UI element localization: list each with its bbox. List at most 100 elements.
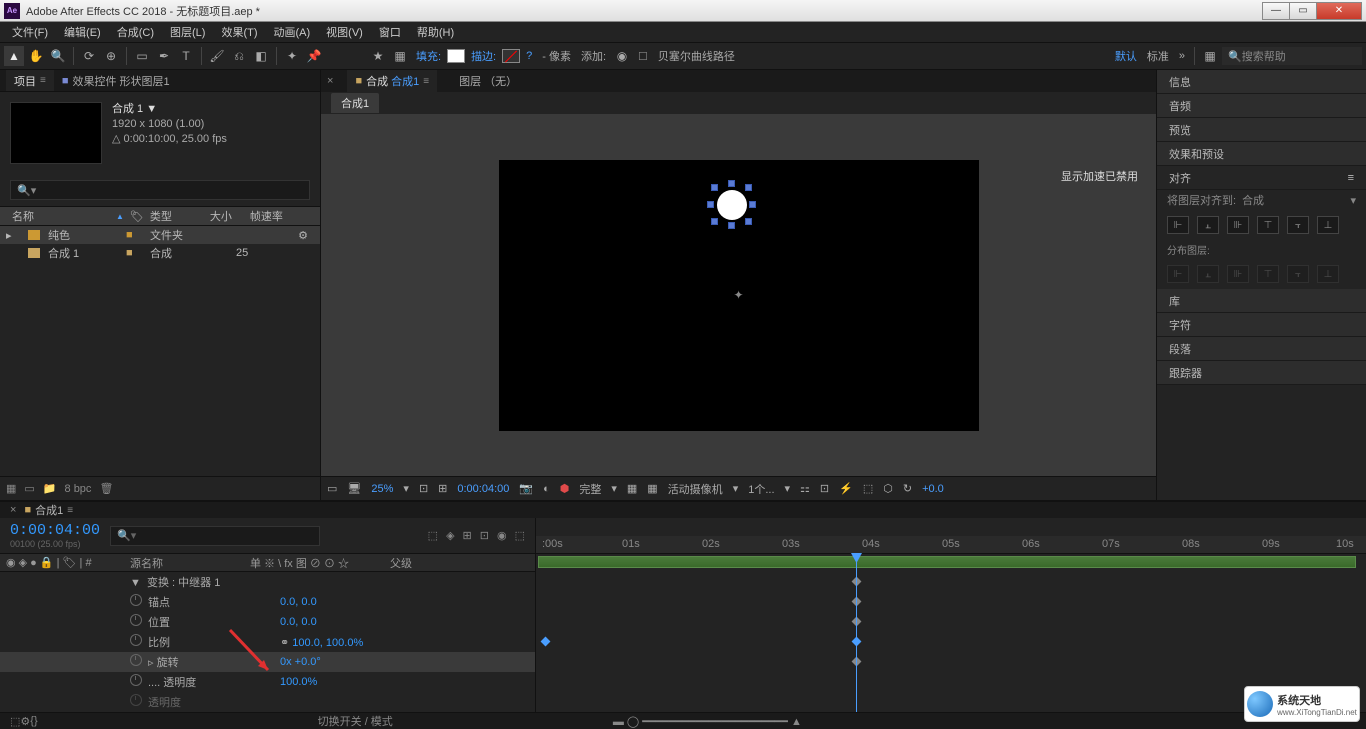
panel-character[interactable]: 字符	[1157, 313, 1366, 337]
menu-edit[interactable]: 编辑(E)	[56, 24, 109, 40]
menu-help[interactable]: 帮助(H)	[409, 24, 462, 40]
workspace-more[interactable]: »	[1175, 50, 1189, 62]
scale-value[interactable]: 100.0, 100.0%	[292, 637, 363, 649]
panel-align[interactable]: 对齐≡	[1157, 166, 1366, 190]
project-search[interactable]: 🔍▾	[10, 180, 310, 200]
current-time[interactable]: 0:00:04:00	[457, 483, 509, 495]
region-icon[interactable]: ▦	[627, 482, 637, 495]
dist-1-button[interactable]: ⊩	[1167, 265, 1189, 283]
channel-icon[interactable]: ◐	[543, 483, 550, 495]
playhead[interactable]	[856, 554, 857, 712]
keyframe[interactable]	[541, 637, 551, 647]
tl-icon[interactable]: ◈	[446, 529, 454, 542]
dist-4-button[interactable]: ⊤	[1257, 265, 1279, 283]
maximize-button[interactable]: ▭	[1289, 2, 1317, 20]
dist-6-button[interactable]: ⊥	[1317, 265, 1339, 283]
timeline-search[interactable]: 🔍▾	[110, 526, 320, 546]
transparency-icon[interactable]: ▦	[647, 482, 657, 495]
col-name[interactable]: 名称	[6, 208, 116, 224]
tl-icon[interactable]: ⊞	[463, 529, 472, 542]
trash-icon[interactable]: 🗑	[99, 482, 113, 495]
panel-info[interactable]: 信息	[1157, 70, 1366, 94]
stopwatch-icon[interactable]	[130, 694, 142, 706]
menu-animation[interactable]: 动画(A)	[266, 24, 319, 40]
tl-icon[interactable]: ◉	[497, 529, 507, 542]
menu-file[interactable]: 文件(F)	[4, 24, 56, 40]
hand-tool[interactable]: ✋	[26, 46, 46, 66]
tl-icon[interactable]: ⬚	[515, 529, 525, 542]
prop-repeater[interactable]: ▼ 变换 : 中继器 1	[0, 572, 535, 592]
orbit-tool[interactable]: ⟳	[79, 46, 99, 66]
stopwatch-icon[interactable]	[130, 674, 142, 686]
minimize-button[interactable]: —	[1262, 2, 1290, 20]
workspace-standard[interactable]: 标准	[1143, 48, 1173, 64]
dist-3-button[interactable]: ⊪	[1227, 265, 1249, 283]
menu-composition[interactable]: 合成(C)	[109, 24, 162, 40]
tab-layer[interactable]: 图层 （无）	[451, 70, 525, 92]
shape-grid-icon[interactable]: ▦	[390, 46, 410, 66]
add-menu-icon[interactable]: ◉	[612, 46, 632, 66]
clone-tool[interactable]: ⎌	[229, 46, 249, 66]
fill-swatch[interactable]	[447, 49, 465, 63]
align-right-button[interactable]: ⊪	[1227, 216, 1249, 234]
tab-composition[interactable]: ■ 合成 合成1 ≡	[347, 70, 437, 92]
help-search[interactable]: 🔍 搜索帮助	[1222, 47, 1362, 65]
menu-effect[interactable]: 效果(T)	[213, 24, 265, 40]
project-row-comp[interactable]: 合成 1 ■ 合成 25	[0, 244, 320, 262]
dist-5-button[interactable]: ⫟	[1287, 265, 1309, 283]
stopwatch-icon[interactable]	[130, 614, 142, 626]
puppet-tool[interactable]: 📌	[304, 46, 324, 66]
reset-exposure-icon[interactable]: ↻	[903, 482, 912, 495]
transform-handle[interactable]	[707, 201, 714, 208]
col-fps[interactable]: 帧速率	[244, 208, 289, 224]
tab-menu-icon[interactable]: ≡	[423, 76, 429, 87]
fill-label[interactable]: 填充:	[412, 48, 445, 64]
tl-icon[interactable]: ⬚	[428, 529, 438, 542]
screen-icon[interactable]: ▭	[327, 482, 337, 495]
tab-menu-icon[interactable]: ≡	[67, 505, 73, 516]
breadcrumb-comp[interactable]: 合成1	[331, 93, 379, 113]
zoom-level[interactable]: 25%	[371, 483, 393, 495]
align-left-button[interactable]: ⊩	[1167, 216, 1189, 234]
close-button[interactable]: ✕	[1316, 2, 1362, 20]
align-to-value[interactable]: 合成	[1242, 192, 1264, 208]
stopwatch-icon[interactable]	[130, 634, 142, 646]
menu-window[interactable]: 窗口	[371, 24, 409, 40]
stroke-label[interactable]: 描边:	[467, 48, 500, 64]
project-row-solid[interactable]: ▸ 纯色 ■ 文件夹 ⚙	[0, 226, 320, 244]
col-size[interactable]: 大小	[204, 208, 244, 224]
transform-handle[interactable]	[711, 184, 718, 191]
toggle-icon[interactable]: ⬚	[10, 715, 20, 728]
stroke-width[interactable]: ?	[522, 50, 536, 62]
timeline-icon[interactable]: ⬚	[863, 482, 873, 495]
panel-tracker[interactable]: 跟踪器	[1157, 361, 1366, 385]
transform-handle[interactable]	[728, 180, 735, 187]
canvas-content[interactable]: ✦	[499, 160, 979, 431]
col-source[interactable]: 源名称	[130, 555, 250, 571]
pan-behind-tool[interactable]: ⊕	[101, 46, 121, 66]
prop-anchor[interactable]: 锚点 0.0, 0.0	[0, 592, 535, 612]
exposure-value[interactable]: +0.0	[922, 483, 944, 495]
bezier-label[interactable]: 贝塞尔曲线路径	[654, 48, 739, 64]
comp-thumbnail[interactable]	[10, 102, 102, 164]
tab-menu-icon[interactable]: ≡	[40, 75, 46, 86]
interpret-icon[interactable]: ▦	[6, 482, 16, 495]
transform-handle[interactable]	[728, 222, 735, 229]
brush-tool[interactable]: 🖌	[207, 46, 227, 66]
bpc-label[interactable]: 8 bpc	[65, 483, 92, 495]
panel-library[interactable]: 库	[1157, 289, 1366, 313]
zoom-tool[interactable]: 🔍	[48, 46, 68, 66]
pixel-icon[interactable]: ⊡	[820, 482, 829, 495]
col-type[interactable]: 类型	[144, 208, 204, 224]
flowchart-icon[interactable]: ⚙	[298, 229, 308, 242]
position-value[interactable]: 0.0, 0.0	[280, 616, 317, 628]
align-top-button[interactable]: ⊤	[1257, 216, 1279, 234]
time-ruler[interactable]: :00s 01s 02s 03s 04s 05s 06s 07s 08s 09s…	[536, 536, 1366, 554]
anchor-point-icon[interactable]: ✦	[734, 290, 744, 300]
align-hcenter-button[interactable]: ⫠	[1197, 216, 1219, 234]
toggle-switches-label[interactable]: 切换开关 / 模式	[318, 713, 393, 729]
panel-effects-presets[interactable]: 效果和预设	[1157, 142, 1366, 166]
camera-dropdown[interactable]: 活动摄像机	[668, 481, 723, 497]
tab-effect-controls[interactable]: ■效果控件 形状图层1	[54, 70, 178, 91]
panel-paragraph[interactable]: 段落	[1157, 337, 1366, 361]
